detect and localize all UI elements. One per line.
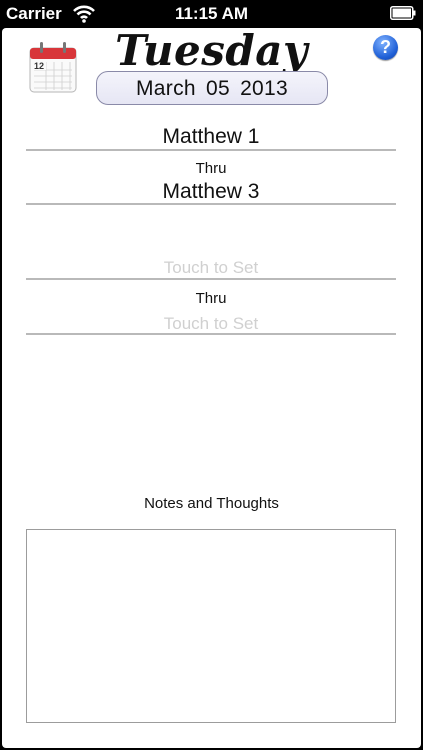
reading-2-end[interactable]: Touch to Set — [26, 314, 396, 334]
divider-line — [26, 333, 396, 335]
date-button[interactable]: March 05 2013 — [96, 71, 328, 105]
reading-1-thru-label: Thru — [195, 160, 227, 177]
status-bar: Carrier 11:15 AM — [0, 0, 423, 28]
divider-line — [26, 149, 396, 151]
divider-line — [26, 278, 396, 280]
reading-2-thru-label: Thru — [195, 290, 227, 307]
notes-label: Notes and Thoughts — [144, 495, 279, 512]
day-title: Tuesday — [115, 28, 308, 75]
battery-icon — [390, 6, 416, 20]
clock-time: 11:15 AM — [174, 4, 249, 23]
notes-textarea[interactable] — [26, 529, 396, 723]
reading-1-end[interactable]: Matthew 3 — [26, 180, 396, 204]
reading-2-start[interactable]: Touch to Set — [26, 258, 396, 278]
reading-1-start[interactable]: Matthew 1 — [26, 125, 396, 149]
help-button[interactable]: ? — [373, 35, 398, 60]
divider-line — [26, 203, 396, 205]
reading-plan-screen: 12 Tuesday March 05 2013 ? Matthew 1 Thr… — [2, 28, 421, 748]
